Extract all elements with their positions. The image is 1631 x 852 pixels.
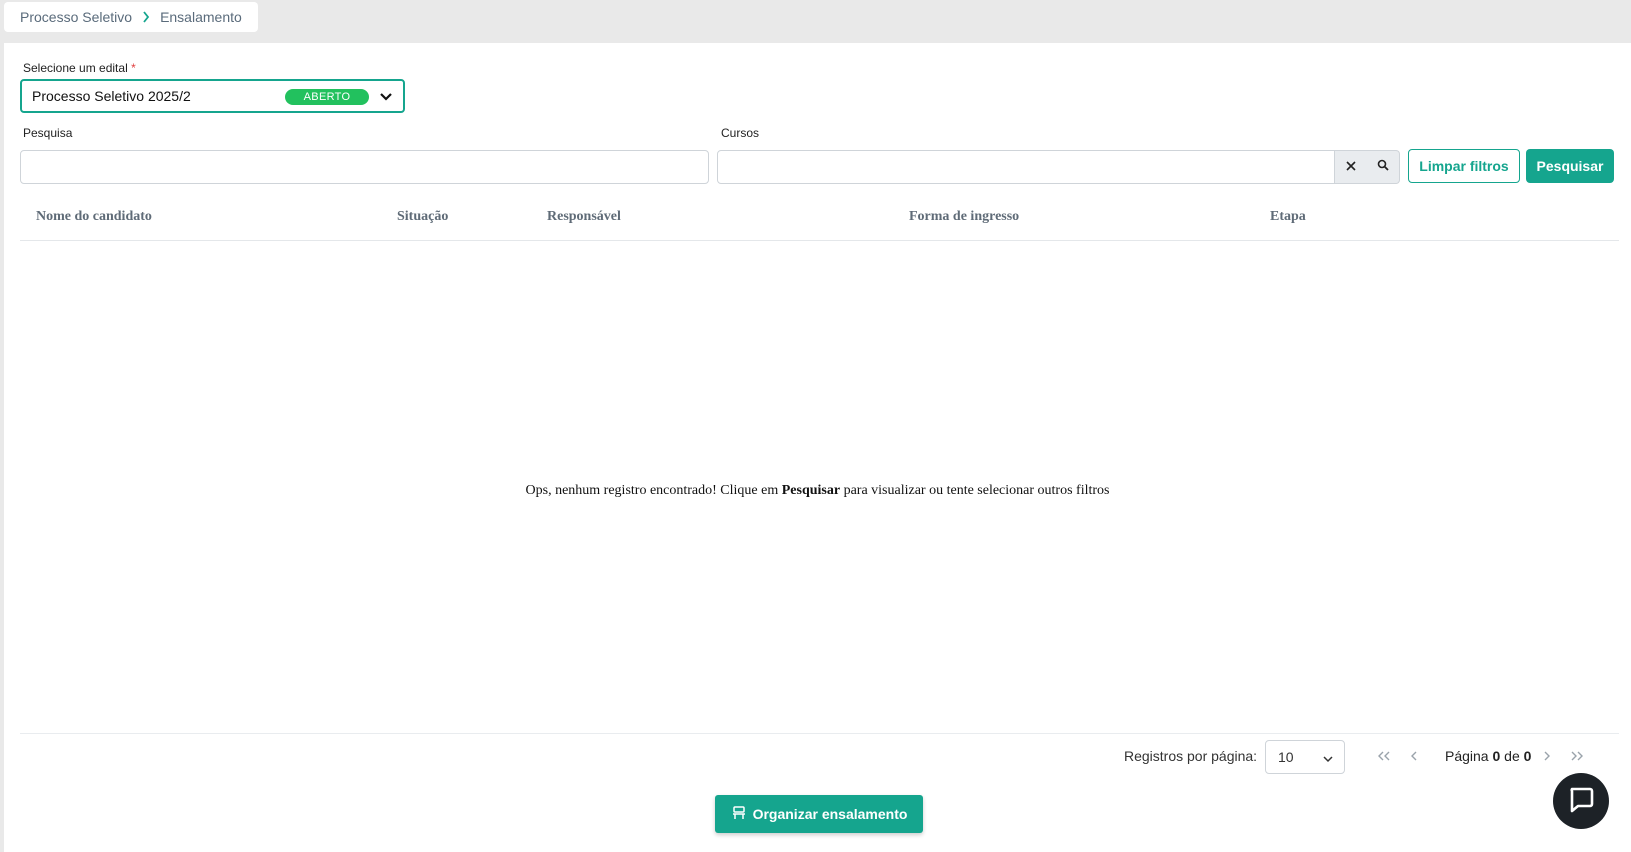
seat-icon [731, 805, 747, 824]
search-courses-button[interactable] [1366, 150, 1400, 184]
search-label: Pesquisa [23, 126, 73, 140]
chat-button[interactable] [1553, 773, 1609, 829]
clear-courses-button[interactable] [1335, 150, 1367, 184]
column-header-responsavel[interactable]: Responsável [547, 209, 621, 225]
breadcrumb-item-processo-seletivo[interactable]: Processo Seletivo [20, 9, 132, 25]
organize-ensalamento-label: Organizar ensalamento [752, 806, 908, 822]
search-icon [1377, 158, 1389, 176]
last-page-button[interactable] [1568, 749, 1586, 767]
page-indicator: Página 0 de 0 [1445, 748, 1532, 764]
close-icon [1345, 158, 1356, 176]
per-page-value: 10 [1278, 749, 1294, 765]
chevron-down-icon [379, 90, 393, 107]
double-chevron-right-icon [1570, 749, 1584, 767]
edital-select-value: Processo Seletivo 2025/2 [32, 88, 191, 104]
first-page-button[interactable] [1375, 749, 1393, 767]
search-input[interactable] [20, 150, 709, 184]
organize-ensalamento-button[interactable]: Organizar ensalamento [715, 795, 923, 833]
status-badge: ABERTO [285, 89, 369, 105]
column-header-forma-ingresso[interactable]: Forma de ingresso [909, 209, 1019, 225]
column-header-etapa[interactable]: Etapa [1270, 209, 1306, 225]
edital-label: Selecione um edital * [23, 61, 136, 75]
chevron-down-icon [1322, 752, 1334, 768]
main-card: Selecione um edital * Processo Seletivo … [4, 43, 1631, 852]
pagination-divider [20, 733, 1619, 734]
edital-select[interactable]: Processo Seletivo 2025/2 ABERTO [20, 79, 405, 113]
empty-state-message: Ops, nenhum registro encontrado! Clique … [525, 483, 1110, 498]
next-page-button[interactable] [1538, 749, 1556, 767]
breadcrumb: Processo Seletivo Ensalamento [4, 2, 258, 32]
per-page-label: Registros por página: [1124, 748, 1258, 764]
per-page-select[interactable]: 10 [1265, 740, 1345, 774]
clear-filters-button[interactable]: Limpar filtros [1408, 149, 1520, 183]
column-header-nome[interactable]: Nome do candidato [36, 209, 152, 225]
required-mark: * [131, 61, 136, 75]
previous-page-button[interactable] [1405, 749, 1423, 767]
courses-label: Cursos [721, 126, 760, 140]
breadcrumb-item-ensalamento: Ensalamento [160, 9, 242, 25]
courses-input[interactable] [717, 150, 1335, 184]
double-chevron-left-icon [1377, 749, 1391, 767]
column-header-situacao[interactable]: Situação [397, 209, 448, 225]
chevron-left-icon [1409, 749, 1419, 767]
chevron-right-icon [142, 11, 150, 23]
chevron-right-icon [1542, 749, 1552, 767]
table-header: Nome do candidato Situação Responsável F… [20, 194, 1619, 241]
search-button[interactable]: Pesquisar [1526, 149, 1614, 183]
chat-icon [1567, 785, 1595, 818]
